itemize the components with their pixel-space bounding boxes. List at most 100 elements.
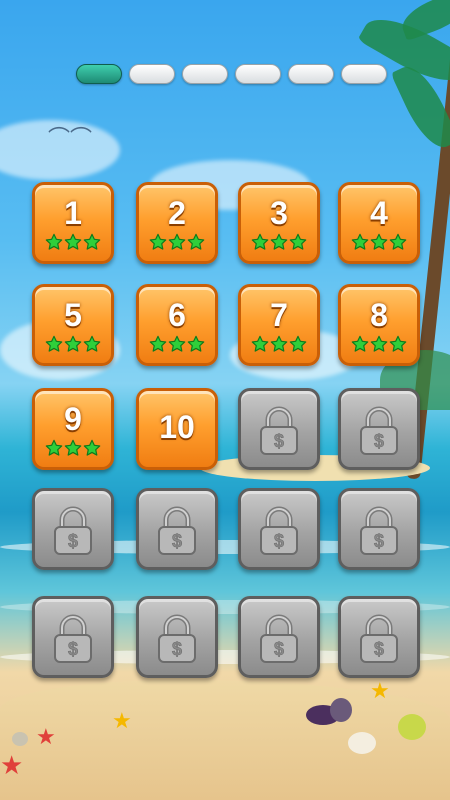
star-icon (45, 439, 63, 457)
level-tile-2[interactable]: 2 (136, 182, 218, 264)
star-icon (149, 335, 167, 353)
page-dot-1[interactable] (76, 64, 122, 84)
level-number: 6 (168, 297, 186, 333)
star-icon (251, 233, 269, 251)
star-rating (35, 439, 111, 457)
star-rating (241, 233, 317, 251)
starfish-icon: ★ (0, 750, 24, 780)
page-dot-2[interactable] (129, 64, 175, 84)
star-rating (341, 233, 417, 251)
starfish-icon: ★ (112, 708, 132, 733)
level-tile-locked[interactable]: $ (136, 596, 218, 678)
level-number: 8 (370, 297, 388, 333)
star-icon (64, 335, 82, 353)
star-icon (389, 233, 407, 251)
level-number: 7 (270, 297, 288, 333)
star-icon (168, 233, 186, 251)
padlock-icon: $ (358, 506, 400, 556)
level-tile-3[interactable]: 3 (238, 182, 320, 264)
star-icon (83, 439, 101, 457)
star-icon (83, 335, 101, 353)
padlock-icon: $ (156, 614, 198, 664)
star-icon (45, 335, 63, 353)
padlock-icon: $ (258, 614, 300, 664)
level-number: 3 (270, 195, 288, 231)
svg-text:$: $ (274, 431, 284, 451)
svg-text:$: $ (374, 639, 384, 659)
svg-text:$: $ (374, 431, 384, 451)
level-tile-locked[interactable]: $ (32, 596, 114, 678)
page-dot-4[interactable] (235, 64, 281, 84)
svg-text:$: $ (374, 531, 384, 551)
svg-text:$: $ (68, 639, 78, 659)
svg-text:$: $ (68, 531, 78, 551)
level-tile-6[interactable]: 6 (136, 284, 218, 366)
level-tile-5[interactable]: 5 (32, 284, 114, 366)
level-tile-locked[interactable]: $ (136, 488, 218, 570)
level-number: 1 (64, 195, 82, 231)
star-rating (35, 233, 111, 251)
level-number: 4 (370, 195, 388, 231)
level-number: 9 (64, 401, 82, 437)
star-icon (270, 233, 288, 251)
star-icon (64, 439, 82, 457)
padlock-icon: $ (358, 614, 400, 664)
star-icon (83, 233, 101, 251)
shell-icon (330, 698, 352, 722)
star-rating (139, 335, 215, 353)
shell-icon (398, 714, 426, 740)
star-rating (241, 335, 317, 353)
seagull-icon: ︵︵ (48, 111, 93, 136)
star-icon (389, 335, 407, 353)
level-tile-locked[interactable]: $ (338, 596, 420, 678)
level-tile-locked[interactable]: $ (338, 488, 420, 570)
level-tile-locked[interactable]: $ (238, 596, 320, 678)
star-icon (289, 233, 307, 251)
level-number: 10 (159, 409, 195, 445)
page-dot-3[interactable] (182, 64, 228, 84)
padlock-icon: $ (258, 506, 300, 556)
padlock-icon: $ (358, 406, 400, 456)
star-icon (351, 335, 369, 353)
shell-icon (12, 732, 28, 746)
star-icon (370, 233, 388, 251)
star-icon (187, 335, 205, 353)
star-rating (139, 233, 215, 251)
level-tile-8[interactable]: 8 (338, 284, 420, 366)
svg-text:$: $ (172, 531, 182, 551)
star-icon (370, 335, 388, 353)
level-tile-locked[interactable]: $ (32, 488, 114, 570)
level-tile-9[interactable]: 9 (32, 388, 114, 470)
level-tile-10[interactable]: 10 (136, 388, 218, 470)
level-tile-locked[interactable]: $ (238, 388, 320, 470)
page-indicator (76, 64, 387, 84)
star-icon (351, 233, 369, 251)
padlock-icon: $ (258, 406, 300, 456)
level-tile-4[interactable]: 4 (338, 182, 420, 264)
level-number: 2 (168, 195, 186, 231)
level-tile-7[interactable]: 7 (238, 284, 320, 366)
star-icon (45, 233, 63, 251)
star-rating (35, 335, 111, 353)
level-tile-locked[interactable]: $ (338, 388, 420, 470)
padlock-icon: $ (52, 614, 94, 664)
star-icon (251, 335, 269, 353)
level-number: 5 (64, 297, 82, 333)
level-tile-locked[interactable]: $ (238, 488, 320, 570)
star-icon (168, 335, 186, 353)
page-dot-6[interactable] (341, 64, 387, 84)
starfish-icon: ★ (370, 678, 390, 703)
star-rating (341, 335, 417, 353)
page-dot-5[interactable] (288, 64, 334, 84)
svg-text:$: $ (274, 531, 284, 551)
star-icon (270, 335, 288, 353)
padlock-icon: $ (156, 506, 198, 556)
starfish-icon: ★ (36, 724, 56, 749)
svg-text:$: $ (274, 639, 284, 659)
shell-icon (348, 732, 376, 754)
star-icon (289, 335, 307, 353)
star-icon (149, 233, 167, 251)
padlock-icon: $ (52, 506, 94, 556)
level-tile-1[interactable]: 1 (32, 182, 114, 264)
star-icon (64, 233, 82, 251)
